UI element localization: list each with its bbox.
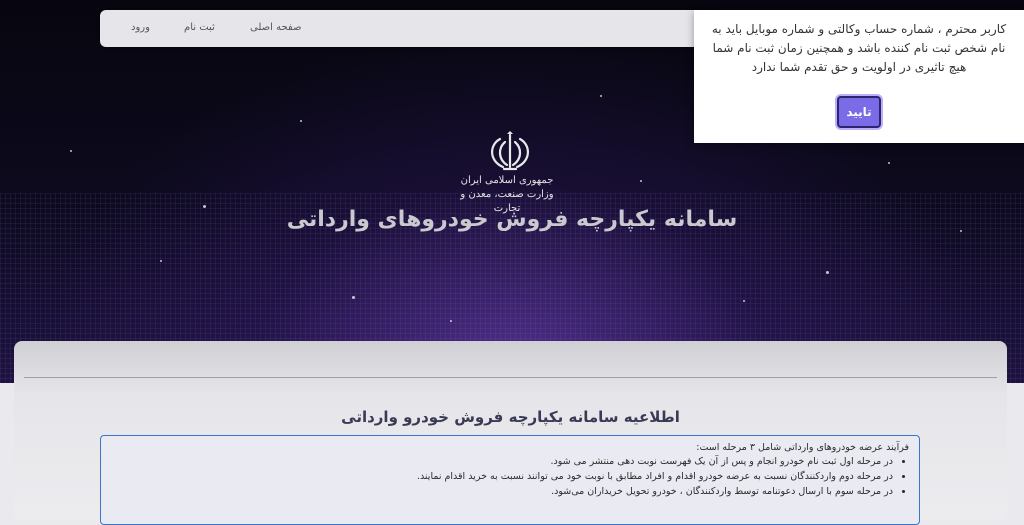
nav-login-link[interactable]: ورود xyxy=(131,22,150,33)
star xyxy=(826,271,829,274)
top-navbar: ورود ثبت نام صفحه اصلی xyxy=(100,10,720,47)
notice-box: فرآیند عرضه خودروهای وارداتی شامل ۳ مرحل… xyxy=(100,435,920,525)
list-item: در مرحله سوم با ارسال دعوتنامه توسط وارد… xyxy=(111,486,893,497)
iran-emblem-icon xyxy=(486,131,534,173)
alert-message: کاربر محترم ، شماره حساب وکالتی و شماره … xyxy=(711,22,1007,74)
notice-intro: فرآیند عرضه خودروهای وارداتی شامل ۳ مرحل… xyxy=(696,442,909,453)
confirm-button[interactable]: تایید xyxy=(837,96,881,128)
page-title: سامانه یکپارچه فروش خودروهای وارداتی xyxy=(286,207,738,232)
notice-title: اطلاعیه سامانه یکپارچه فروش خودرو واردات… xyxy=(341,408,680,426)
main-content-card: اطلاعیه سامانه یکپارچه فروش خودرو واردات… xyxy=(14,341,1007,525)
star xyxy=(160,260,162,262)
ministry-line-1: جمهوری اسلامی ایران xyxy=(460,175,554,186)
nav-register-link[interactable]: ثبت نام xyxy=(184,22,215,33)
star xyxy=(600,95,602,97)
star xyxy=(450,320,452,322)
star xyxy=(352,296,355,299)
notice-list: در مرحله اول ثبت نام خودرو انجام و پس از… xyxy=(111,456,909,497)
star xyxy=(640,180,642,182)
star xyxy=(888,162,890,164)
list-item: در مرحله دوم واردکنندگان نسبت به عرضه خو… xyxy=(111,471,893,482)
star xyxy=(743,300,745,302)
list-item: در مرحله اول ثبت نام خودرو انجام و پس از… xyxy=(111,456,894,467)
alert-dialog: کاربر محترم ، شماره حساب وکالتی و شماره … xyxy=(694,10,1024,143)
card-divider xyxy=(24,377,997,378)
star xyxy=(300,120,302,122)
nav-home-link[interactable]: صفحه اصلی xyxy=(250,22,301,33)
star xyxy=(70,150,72,152)
